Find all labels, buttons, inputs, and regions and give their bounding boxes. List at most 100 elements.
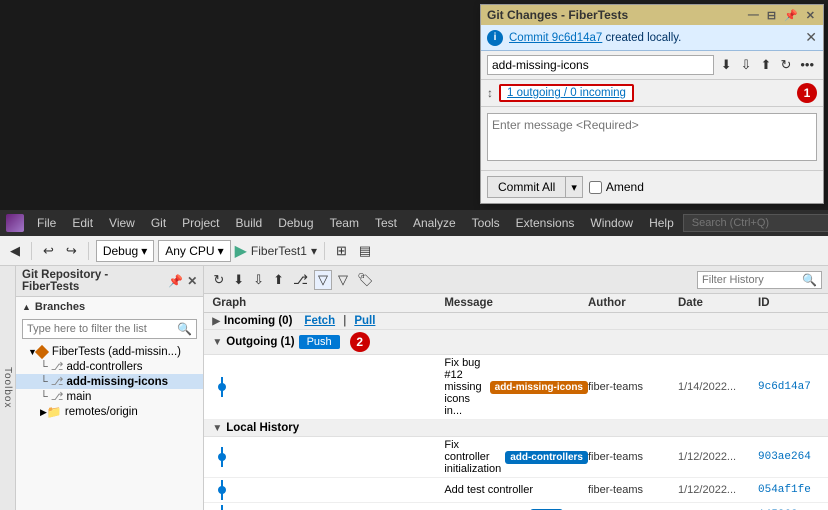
minimize-icon[interactable]: — (746, 9, 761, 22)
menu-analyze[interactable]: Analyze (406, 214, 463, 232)
tb-back-btn[interactable]: ◀ (6, 241, 24, 261)
menu-search-input[interactable] (683, 214, 828, 232)
menu-file[interactable]: File (30, 214, 63, 232)
ide-area: File Edit View Git Project Build Debug T… (0, 210, 828, 510)
graph-tag-btn[interactable]: 🏷 (354, 271, 377, 289)
amend-label: Amend (606, 180, 644, 194)
branch-select[interactable]: add-missing-icons (487, 55, 714, 75)
play-icon: ▶ (235, 241, 247, 261)
branch-actions: ⬇ ⇩ ⬆ ↻ ••• (718, 56, 817, 74)
tb-extra-btn[interactable]: ⊞ (332, 241, 351, 261)
msg-cell-3: Add test controller (444, 484, 588, 496)
tb-separator-3 (324, 242, 325, 260)
graph-filter-btn2[interactable]: ▽ (335, 271, 351, 289)
tree-label-fibertests: FiberTests (add-missin...) (52, 346, 181, 358)
tree-item-add-controllers[interactable]: └ ⎇ add-controllers (16, 359, 203, 374)
amend-checkbox[interactable] (589, 181, 602, 194)
outgoing-link[interactable]: 1 outgoing / 0 incoming (499, 84, 634, 102)
graph-push-btn[interactable]: ⬆ (270, 271, 287, 289)
menu-git[interactable]: Git (144, 214, 173, 232)
fetch-icon[interactable]: ⬇ (718, 56, 735, 74)
graph-cell-1 (204, 377, 444, 397)
push-icon[interactable]: ⬆ (758, 56, 775, 74)
graph-refresh-btn[interactable]: ↻ (210, 271, 227, 289)
graph-cell-4 (204, 505, 444, 510)
menu-debug[interactable]: Debug (271, 214, 320, 232)
graph-pull-btn[interactable]: ⇩ (250, 271, 267, 289)
info-icon: i (487, 30, 503, 46)
menu-tools[interactable]: Tools (465, 214, 507, 232)
notification-message: created locally. (602, 32, 681, 44)
pin-icon[interactable]: 📌 (782, 9, 800, 22)
badge-2: 2 (350, 332, 370, 352)
git-repo-panel-header: Git Repository - FiberTests 📌 ✕ (16, 266, 203, 297)
tree-item-fibertests[interactable]: ▼ FiberTests (add-missin...) (16, 345, 203, 359)
notification-close-icon[interactable]: ✕ (805, 29, 817, 46)
tb-separator-2 (88, 242, 89, 260)
toolbox-strip[interactable]: Toolbox (0, 266, 16, 510)
commit-msg-3: Add test controller (444, 484, 533, 496)
branch-curve-icon3: ⎇ (51, 390, 64, 403)
fetch-link[interactable]: Fetch (304, 315, 335, 327)
platform-dropdown[interactable]: Any CPU ▾ (158, 240, 230, 262)
graph-filter-btn[interactable]: ▽ (314, 270, 332, 290)
col-header-message: Message (444, 297, 588, 309)
graph-data-row-outgoing: Fix bug #12 missing icons in... add-miss… (204, 355, 828, 420)
graph-fetch-btn[interactable]: ⬇ (230, 271, 247, 289)
tb-redo-btn[interactable]: ↪ (62, 241, 81, 261)
commit-all-button[interactable]: Commit All (488, 177, 566, 197)
tree-item-remotes-origin[interactable]: ▶ 📁 remotes/origin (16, 404, 203, 420)
col-header-author: Author (588, 297, 678, 309)
menu-help[interactable]: Help (642, 214, 681, 232)
branch-curve-icon: ⎇ (51, 360, 64, 373)
graph-branch-btn[interactable]: ⎇ (290, 271, 311, 289)
tree-item-add-missing-icons[interactable]: └ ⎇ add-missing-icons (16, 374, 203, 389)
col-header-date: Date (678, 297, 758, 309)
branches-label: Branches (35, 301, 85, 313)
expand-icon-remotes: ▶ (40, 407, 47, 418)
graph-filter-search-icon[interactable]: 🔍 (802, 273, 817, 287)
branch-line-icon3: └ (40, 391, 48, 403)
close-icon[interactable]: ✕ (187, 274, 197, 288)
debug-dropdown[interactable]: Debug ▾ (96, 240, 154, 262)
repo-icon (35, 345, 49, 359)
menu-project[interactable]: Project (175, 214, 226, 232)
pull-icon[interactable]: ⇩ (738, 56, 755, 74)
tb-separator-1 (31, 242, 32, 260)
graph-data-row-3: Add project files. main fiber-teams 1/11… (204, 503, 828, 510)
menu-test[interactable]: Test (368, 214, 404, 232)
commit-message-input[interactable] (487, 113, 817, 161)
menu-edit[interactable]: Edit (65, 214, 100, 232)
pin-icon[interactable]: 📌 (168, 274, 183, 288)
menu-build[interactable]: Build (229, 214, 270, 232)
commit-row: Commit All ▾ Amend (481, 171, 823, 203)
sync-icon[interactable]: ↻ (777, 56, 794, 74)
commit-link[interactable]: Commit 9c6d14a7 (509, 32, 602, 44)
branch-filter-input[interactable] (23, 321, 173, 337)
incoming-expand-icon[interactable]: ▶ (212, 316, 220, 327)
graph-panel: ↻ ⬇ ⇩ ⬆ ⎇ ▽ ▽ 🏷 🔍 Graph Message Author D… (204, 266, 828, 510)
tb-extra-btn2[interactable]: ▤ (355, 241, 375, 261)
menu-view[interactable]: View (102, 214, 142, 232)
run-dropdown-icon: ▾ (311, 244, 317, 258)
graph-data-row-2: Add test controller fiber-teams 1/12/202… (204, 478, 828, 503)
menu-window[interactable]: Window (583, 214, 640, 232)
outgoing-expand-icon[interactable]: ▼ (212, 337, 222, 348)
menu-team[interactable]: Team (323, 214, 366, 232)
dock-icon[interactable]: ⊟ (765, 9, 778, 22)
debug-dropdown-icon: ▾ (141, 244, 147, 258)
run-button[interactable]: ▶ FiberTest1 ▾ (235, 241, 317, 261)
local-history-expand-icon[interactable]: ▼ (212, 423, 222, 434)
msg-cell-2: Fix controller initialization add-contro… (444, 439, 588, 475)
menu-extensions[interactable]: Extensions (509, 214, 582, 232)
graph-filter-input[interactable] (702, 274, 802, 286)
tree-item-main[interactable]: └ ⎇ main (16, 389, 203, 404)
push-button[interactable]: Push (299, 335, 340, 349)
pull-link[interactable]: Pull (354, 315, 375, 327)
commit-dropdown-arrow[interactable]: ▾ (566, 177, 582, 197)
filter-search-icon[interactable]: 🔍 (173, 320, 196, 338)
tb-undo-btn[interactable]: ↩ (39, 241, 58, 261)
more-icon[interactable]: ••• (797, 56, 817, 74)
close-icon[interactable]: ✕ (804, 9, 817, 22)
sync-row: ↕ 1 outgoing / 0 incoming 1 (481, 80, 823, 107)
